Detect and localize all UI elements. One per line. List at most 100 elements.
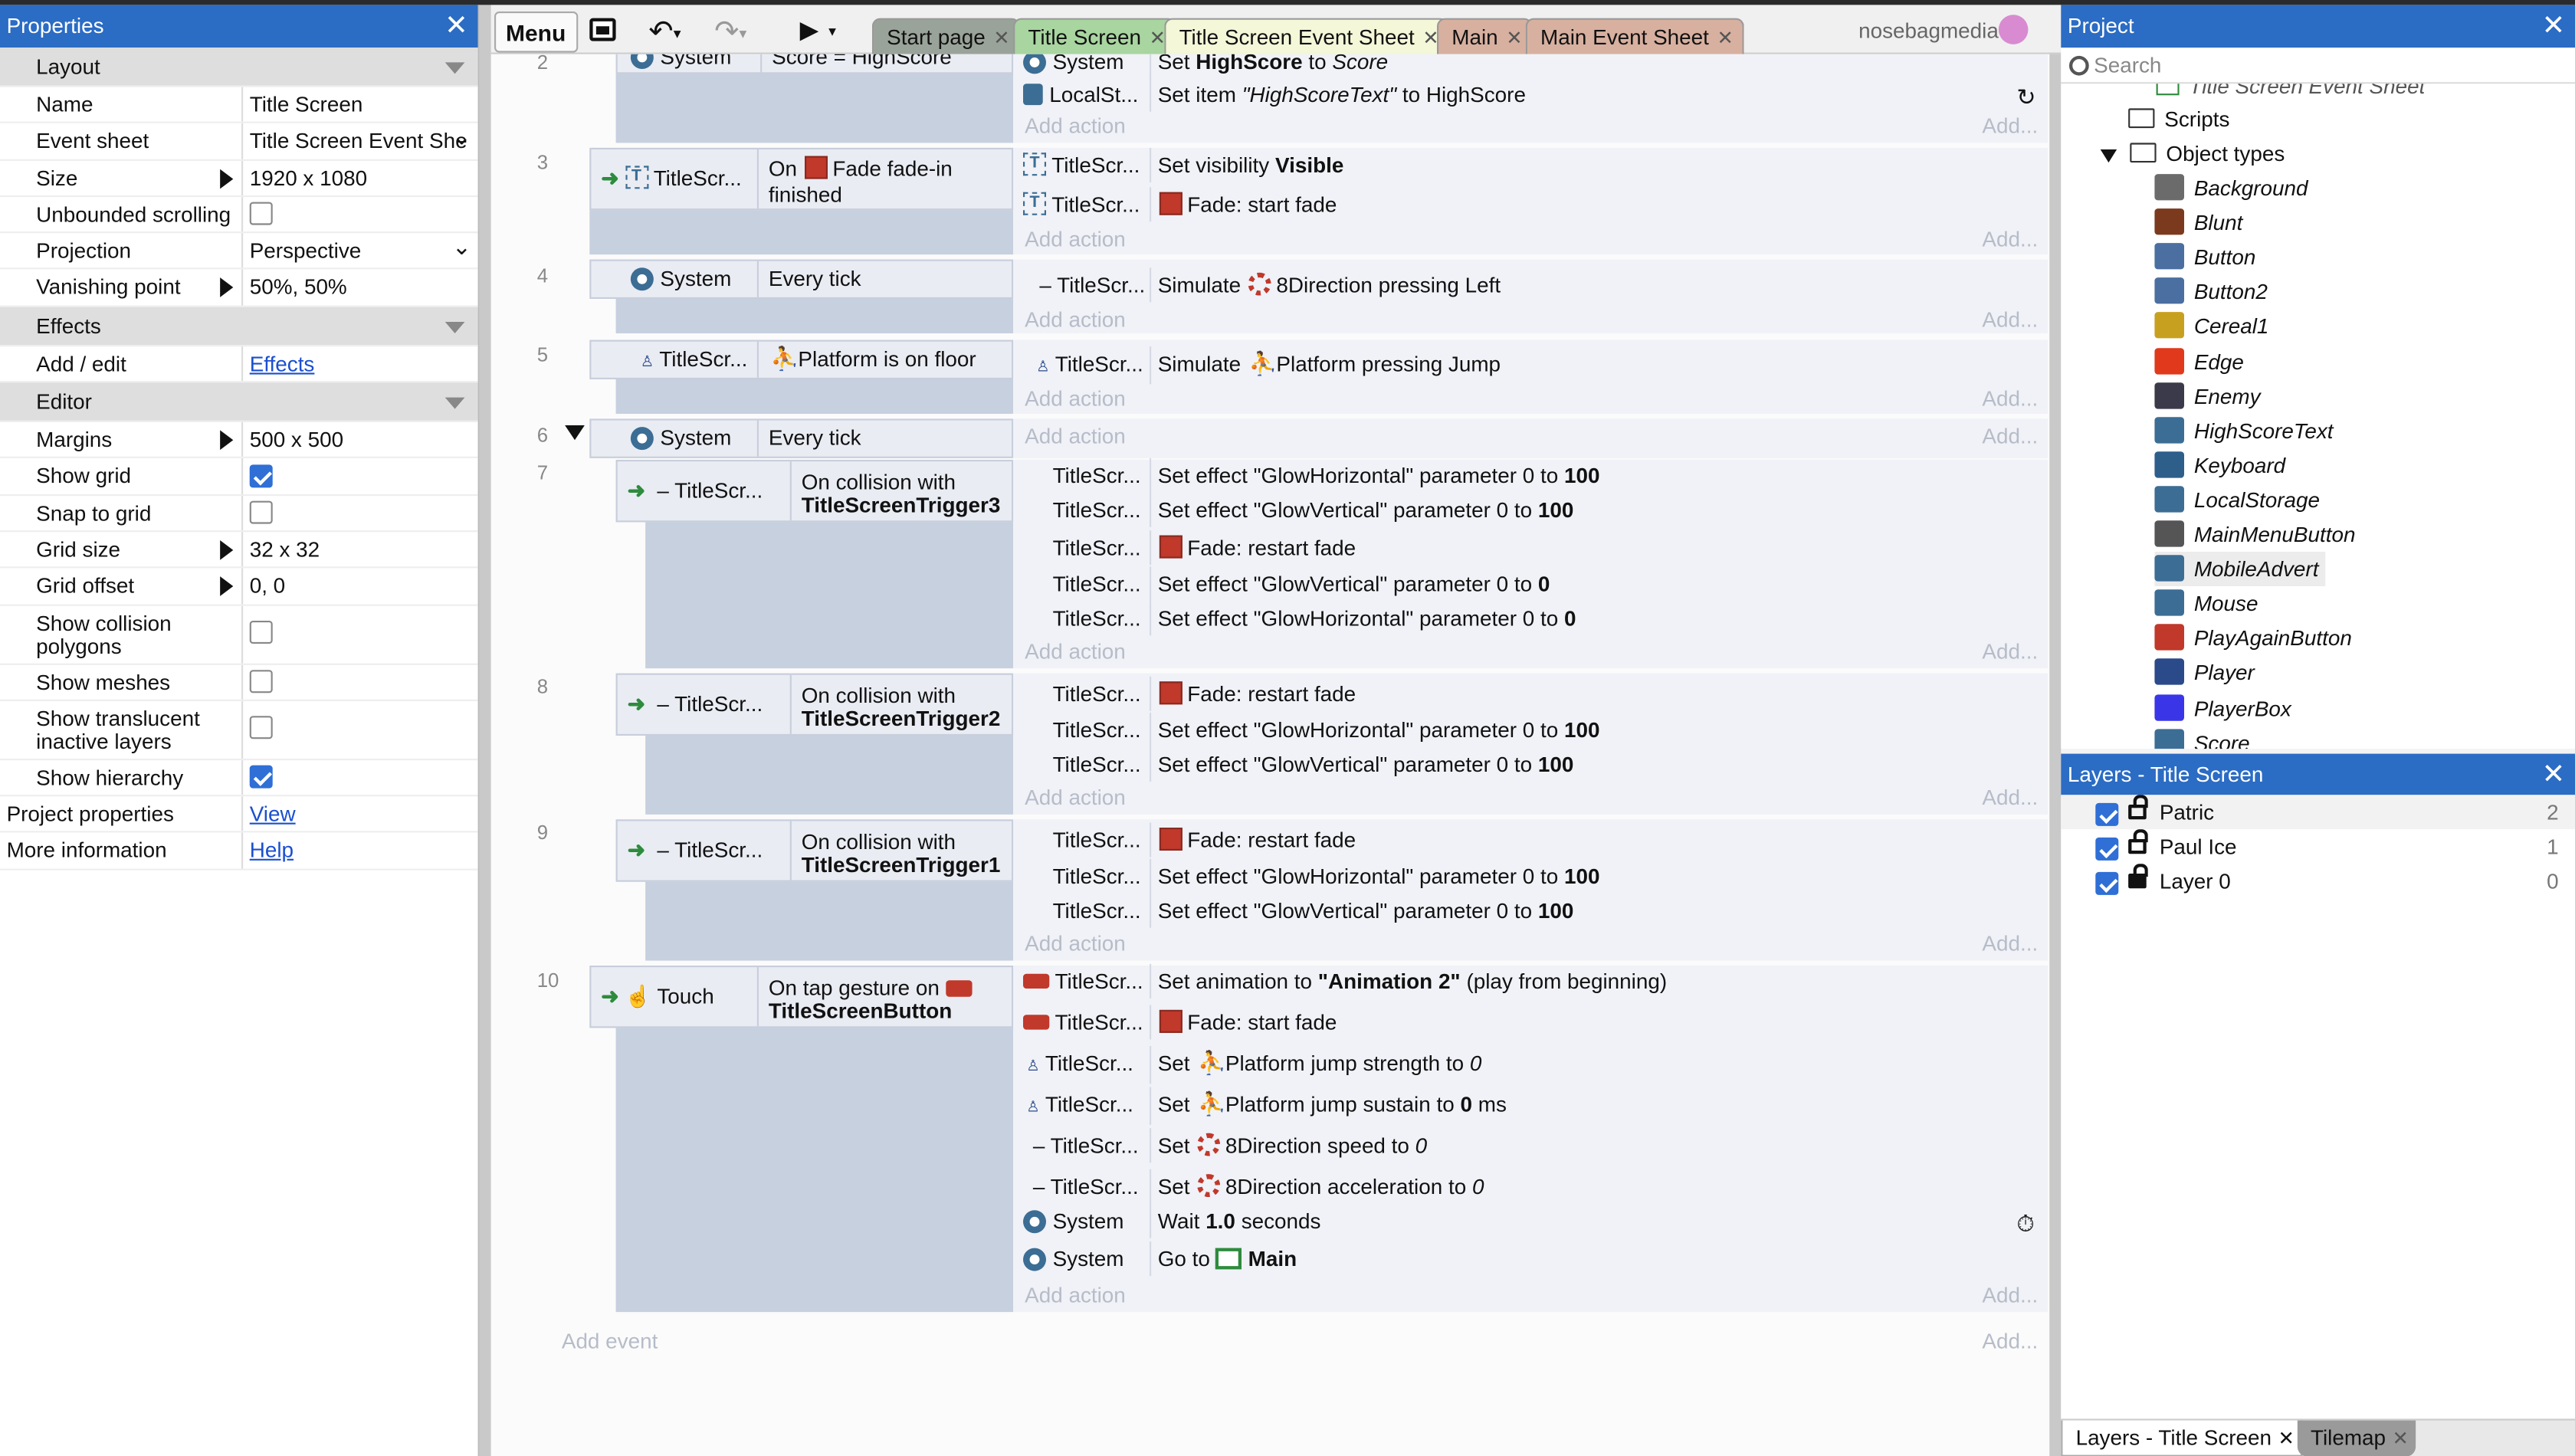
add-more[interactable]: Add...	[1982, 307, 2038, 332]
username[interactable]: nosebagmedia	[1858, 18, 1999, 43]
tab-start-page[interactable]: Start page ✕	[871, 18, 1020, 56]
collapse-icon[interactable]	[444, 62, 465, 74]
menu-button[interactable]: Menu	[494, 11, 578, 53]
show-grid-checkbox[interactable]	[249, 464, 273, 488]
prop-event-sheet[interactable]: Event sheet Title Screen Event She	[0, 123, 478, 161]
condition-row[interactable]: ➜ – TitleScr... On collision with TitleScr…	[615, 460, 1014, 523]
effects-link[interactable]: Effects	[250, 351, 315, 375]
expand-icon[interactable]	[220, 278, 234, 298]
condition-row[interactable]: System Every tick	[589, 418, 1014, 458]
tree-item-object-types[interactable]: Object types	[2100, 136, 2285, 171]
close-icon[interactable]: ✕	[2542, 754, 2566, 797]
add-more[interactable]: Add...	[1982, 227, 2038, 251]
tree-item-scripts[interactable]: Scripts	[2128, 102, 2229, 136]
add-event[interactable]: Add event	[562, 1329, 658, 1353]
object-type-item[interactable]: Enemy	[2154, 379, 2261, 413]
condition-row[interactable]: System Score = HighScore	[615, 54, 1014, 74]
avatar[interactable]	[1998, 15, 2029, 44]
save-icon[interactable]	[589, 18, 616, 41]
add-more[interactable]: Add...	[1982, 785, 2038, 809]
translucent-checkbox[interactable]	[249, 717, 273, 740]
close-icon[interactable]: ✕	[1506, 20, 1523, 56]
collision-checkbox[interactable]	[249, 621, 273, 644]
close-icon[interactable]: ✕	[1150, 20, 1166, 56]
collapse-icon[interactable]	[565, 425, 585, 441]
prop-grid-size[interactable]: Grid size 32 x 32	[0, 532, 478, 569]
object-type-item[interactable]: Score	[2154, 725, 2250, 749]
add-action[interactable]: Add action	[1025, 386, 1126, 411]
search-input[interactable]: Search	[2061, 48, 2575, 84]
add-action[interactable]: Add action	[1025, 307, 1126, 332]
object-type-item[interactable]: Mouse	[2154, 586, 2258, 621]
object-type-item[interactable]: Cereal1	[2154, 310, 2268, 344]
prop-value[interactable]: 1920 x 1080	[243, 160, 477, 195]
add-more[interactable]: Add...	[1982, 424, 2038, 448]
expand-icon[interactable]	[220, 539, 234, 560]
object-type-item[interactable]: HighScoreText	[2154, 413, 2334, 448]
unbounded-checkbox[interactable]	[249, 202, 273, 226]
condition-row[interactable]: ➜ – TitleScr... On collision with TitleScr…	[615, 673, 1014, 736]
prop-value[interactable]: 0, 0	[243, 569, 477, 604]
panel-splitter[interactable]	[2049, 54, 2062, 1456]
category-editor[interactable]: Editor	[0, 382, 478, 422]
object-type-item[interactable]: MainMenuButton	[2154, 517, 2355, 552]
prop-value[interactable]: 32 x 32	[243, 532, 477, 567]
redo-icon[interactable]: ↷▾	[714, 11, 746, 51]
expand-icon[interactable]	[220, 168, 234, 189]
prop-vanishing[interactable]: Vanishing point 50%, 50%	[0, 270, 478, 307]
object-type-item[interactable]: Button2	[2154, 274, 2268, 309]
lock-icon[interactable]	[2128, 864, 2148, 889]
add-action[interactable]: Add action	[1025, 424, 1126, 448]
add-action[interactable]: Add action	[1025, 785, 1126, 809]
add-more[interactable]: Add...	[1982, 113, 2038, 138]
prop-value[interactable]: 500 x 500	[243, 422, 477, 457]
projection-select[interactable]: Perspective	[243, 234, 477, 269]
close-icon[interactable]: ✕	[2278, 1421, 2295, 1456]
close-icon[interactable]: ✕	[1717, 20, 1734, 56]
tree-item[interactable]: Title Screen Event Sheet	[2156, 84, 2425, 103]
condition-row[interactable]: ♙ TitleScr... ⛹Platform is on floor	[589, 339, 1014, 379]
object-type-item[interactable]: LocalStorage	[2154, 483, 2320, 517]
tab-main-event-sheet[interactable]: Main Event Sheet ✕	[1525, 18, 1743, 56]
hierarchy-checkbox[interactable]	[249, 766, 273, 789]
tab-title-screen-event-sheet[interactable]: Title Screen Event Sheet ✕	[1164, 18, 1449, 54]
panel-splitter[interactable]	[479, 5, 491, 1456]
close-icon[interactable]: ✕	[444, 5, 468, 48]
close-icon[interactable]: ✕	[993, 20, 1010, 56]
object-type-item[interactable]: Edge	[2154, 344, 2244, 379]
tab-layers[interactable]: Layers - Title Screen ✕	[2061, 1420, 2303, 1456]
prop-show-grid[interactable]: Show grid	[0, 458, 478, 496]
layer-visible-checkbox[interactable]	[2095, 802, 2119, 825]
add-action[interactable]: Add action	[1025, 227, 1126, 251]
condition-row[interactable]: ➜ ☝ Touch On tap gesture on TitleScreenBu…	[589, 966, 1014, 1028]
add-more[interactable]: Add...	[1982, 386, 2038, 411]
add-action[interactable]: Add action	[1025, 639, 1126, 664]
object-type-item[interactable]: Player	[2154, 656, 2255, 690]
add-more[interactable]: Add...	[1982, 1283, 2038, 1307]
prop-grid-offset[interactable]: Grid offset 0, 0	[0, 568, 478, 605]
expand-icon[interactable]	[220, 430, 234, 451]
prop-size[interactable]: Size 1920 x 1080	[0, 160, 478, 197]
prop-snap[interactable]: Snap to grid	[0, 495, 478, 533]
close-icon[interactable]: ✕	[2542, 5, 2566, 48]
close-icon[interactable]: ✕	[2393, 1421, 2409, 1456]
layer-row[interactable]: Patric 2	[2061, 795, 2575, 830]
layer-visible-checkbox[interactable]	[2095, 871, 2119, 894]
collapse-icon[interactable]	[444, 321, 465, 333]
condition-row[interactable]: System Every tick	[589, 259, 1014, 299]
tab-main[interactable]: Main ✕	[1437, 18, 1533, 54]
event-sheet-select[interactable]: Title Screen Event She	[243, 123, 477, 159]
category-effects[interactable]: Effects	[0, 307, 478, 346]
prop-unbounded[interactable]: Unbounded scrolling	[0, 196, 478, 234]
condition-row[interactable]: ➜ – TitleScr... On collision with TitleScr…	[615, 819, 1014, 882]
layer-row[interactable]: Paul Ice 1	[2061, 829, 2575, 864]
unlock-icon[interactable]	[2128, 829, 2148, 854]
prop-meshes[interactable]: Show meshes	[0, 664, 478, 701]
help-link[interactable]: Help	[250, 838, 294, 863]
object-type-item[interactable]: Blunt	[2154, 205, 2242, 240]
collapse-icon[interactable]	[444, 397, 465, 409]
add-action[interactable]: Add action	[1025, 931, 1126, 956]
object-type-item[interactable]: Button	[2154, 240, 2255, 274]
tab-tilemap[interactable]: Tilemap ✕	[2297, 1420, 2416, 1456]
add-more[interactable]: Add...	[1982, 1329, 2038, 1353]
